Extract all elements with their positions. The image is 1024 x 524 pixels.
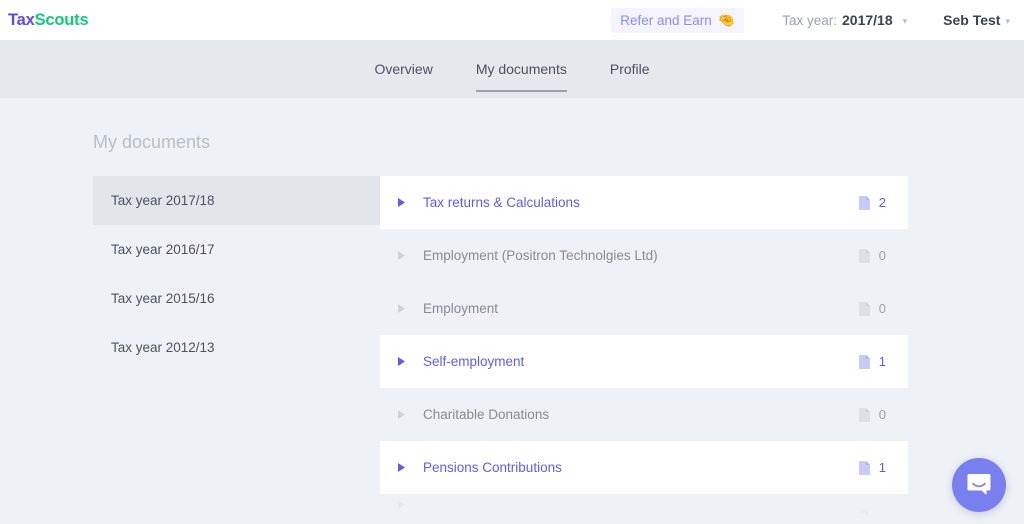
document-count: 0 (878, 407, 886, 422)
tab-profile-label: Profile (609, 61, 650, 77)
document-count-group: 1 (858, 354, 886, 369)
document-category-label: Pensions Contributions (423, 460, 562, 475)
tab-overview-label: Overview (374, 61, 433, 77)
tab-my-documents[interactable]: My documents (475, 40, 567, 98)
document-count: 0 (878, 301, 886, 316)
document-count: 1 (878, 354, 886, 369)
tax-year-selector[interactable]: Tax year: 2017/18 ▾ (782, 12, 907, 28)
expand-triangle-icon[interactable] (398, 357, 410, 366)
sidebar-item-tax-year-2012-13[interactable]: Tax year 2012/13 (93, 323, 380, 372)
document-count-group: 0 (858, 301, 886, 316)
document-category-row[interactable]: Self-employment 1 (380, 335, 908, 388)
document-count-group: 2 (858, 195, 886, 210)
expand-triangle-icon[interactable] (398, 463, 410, 472)
sidebar-item-tax-year-2017-18[interactable]: Tax year 2017/18 (93, 176, 380, 225)
document-count-group: 0 (858, 497, 886, 515)
page-title: My documents (93, 132, 211, 152)
sidebar-item-label: Tax year 2016/17 (111, 242, 215, 257)
speech-bubble-smile-icon (967, 474, 991, 495)
file-icon (858, 354, 870, 369)
tab-my-documents-label: My documents (475, 61, 567, 77)
sidebar-item-label: Tax year 2012/13 (111, 340, 215, 355)
logo-text-scouts: Scouts (34, 10, 89, 29)
document-category-row[interactable]: Tax returns & Calculations 2 (380, 176, 908, 229)
sidebar-item-label: Tax year 2017/18 (111, 193, 215, 208)
tax-year-value: 2017/18 (842, 12, 893, 28)
document-count-group: 0 (858, 407, 886, 422)
app-header: TaxScouts Refer and Earn 🤏 Tax year: 201… (0, 0, 1024, 40)
document-category-label: Employment (423, 301, 499, 316)
document-category-row-partial[interactable]: 0 (380, 494, 908, 514)
pinching-hand-emoji-icon: 🤏 (717, 12, 736, 28)
expand-triangle-icon[interactable] (398, 304, 410, 313)
file-icon (858, 248, 870, 263)
header-right-group: Refer and Earn 🤏 Tax year: 2017/18 ▾ Seb… (611, 0, 1010, 40)
sidebar-item-tax-year-2016-17[interactable]: Tax year 2016/17 (93, 225, 380, 274)
document-category-label: Charitable Donations (423, 407, 550, 422)
expand-triangle-icon[interactable] (398, 251, 410, 260)
user-menu[interactable]: Seb Test ▾ (943, 12, 1010, 28)
tax-year-label: Tax year: (782, 13, 838, 28)
document-count: 2 (878, 195, 886, 210)
document-category-row[interactable]: Charitable Donations 0 (380, 388, 908, 441)
document-category-row[interactable]: Pensions Contributions 1 (380, 441, 908, 494)
refer-and-earn-button[interactable]: Refer and Earn 🤏 (611, 7, 745, 33)
document-count-group: 0 (858, 248, 886, 263)
file-icon (858, 511, 869, 514)
document-count: 0 (879, 511, 886, 515)
content-area: Tax year 2017/18 Tax year 2016/17 Tax ye… (0, 176, 1024, 524)
taxscouts-logo[interactable]: TaxScouts (8, 10, 89, 30)
file-icon (858, 195, 870, 210)
sidebar-item-label: Tax year 2015/16 (111, 291, 215, 306)
tab-profile[interactable]: Profile (610, 40, 650, 98)
document-count: 0 (878, 248, 886, 263)
page-body: My documents Tax year 2017/18 Tax year 2… (0, 98, 1024, 524)
document-category-row[interactable]: Employment 0 (380, 282, 908, 335)
document-count: 1 (878, 460, 886, 475)
document-category-row[interactable]: Employment (Positron Technolgies Ltd) 0 (380, 229, 908, 282)
tab-overview[interactable]: Overview (374, 40, 432, 98)
file-icon (858, 460, 870, 475)
document-category-label: Tax returns & Calculations (423, 195, 580, 210)
document-count-group: 1 (858, 460, 886, 475)
file-icon (858, 407, 870, 422)
logo-text-tax: Tax (8, 10, 35, 29)
chevron-down-icon: ▾ (902, 16, 908, 26)
user-name-label: Seb Test (943, 12, 1001, 28)
tax-year-sidebar: Tax year 2017/18 Tax year 2016/17 Tax ye… (0, 176, 380, 524)
refer-and-earn-label: Refer and Earn (620, 12, 712, 28)
document-category-label: Employment (Positron Technolgies Ltd) (423, 248, 658, 263)
documents-list: Tax returns & Calculations 2 Employment … (380, 176, 908, 524)
document-category-label: Self-employment (423, 354, 525, 369)
main-nav-tabs: Overview My documents Profile (0, 40, 1024, 98)
sidebar-item-tax-year-2015-16[interactable]: Tax year 2015/16 (93, 274, 380, 323)
expand-triangle-icon[interactable] (398, 410, 410, 419)
chevron-down-icon: ▾ (1005, 16, 1010, 26)
chat-launcher-button[interactable] (952, 458, 1006, 512)
file-icon (858, 301, 870, 316)
expand-triangle-icon[interactable] (398, 198, 410, 207)
expand-triangle-icon[interactable] (398, 499, 410, 509)
